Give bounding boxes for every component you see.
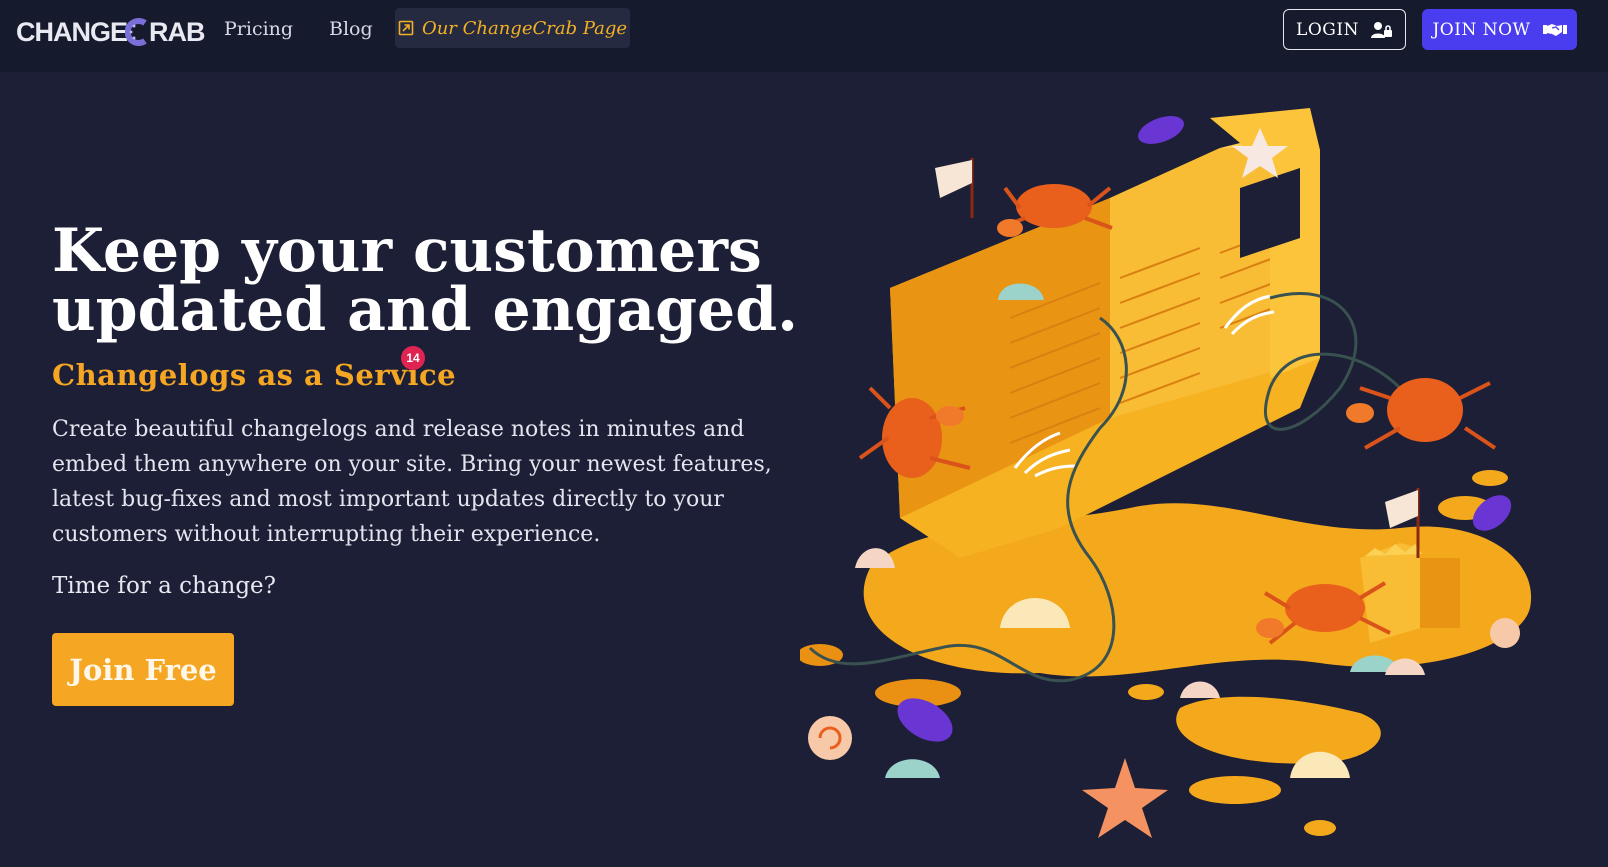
nav-pricing-link[interactable]: Pricing bbox=[224, 14, 293, 44]
changecrab-logo[interactable]: CHANGE RAB bbox=[16, 12, 206, 52]
logo-text-left: CHANGE bbox=[16, 16, 128, 47]
login-label: LOGIN bbox=[1296, 19, 1359, 40]
sandcastle-illustration bbox=[800, 108, 1532, 838]
hero-title-line-2: updated and engaged. bbox=[52, 275, 799, 345]
cta-question: Time for a change? bbox=[52, 573, 277, 599]
changecrab-page-link[interactable]: Our ChangeCrab Page bbox=[395, 8, 630, 48]
login-button[interactable]: LOGIN bbox=[1283, 9, 1406, 50]
top-navigation-bar: CHANGE RAB Pricing Blog Our ChangeCrab P… bbox=[0, 0, 1608, 72]
crab-logo-icon bbox=[125, 18, 147, 46]
changecrab-page-label: Our ChangeCrab Page bbox=[421, 17, 628, 39]
handshake-icon bbox=[1542, 23, 1567, 36]
user-lock-icon bbox=[1370, 21, 1392, 38]
join-free-button[interactable]: Join Free bbox=[52, 633, 234, 706]
hero-title: Keep your customers updated and engaged. bbox=[52, 221, 812, 340]
join-now-button[interactable]: JOIN NOW bbox=[1422, 9, 1577, 50]
external-link-icon bbox=[398, 20, 414, 36]
nav-blog-link[interactable]: Blog bbox=[329, 14, 373, 44]
notification-badge[interactable]: 14 bbox=[401, 346, 425, 370]
hero-description: Create beautiful changelogs and release … bbox=[52, 417, 772, 547]
tagline: Changelogs as a Service bbox=[52, 358, 457, 392]
join-now-label: JOIN NOW bbox=[1432, 19, 1531, 40]
logo-text-right: RAB bbox=[149, 16, 205, 47]
